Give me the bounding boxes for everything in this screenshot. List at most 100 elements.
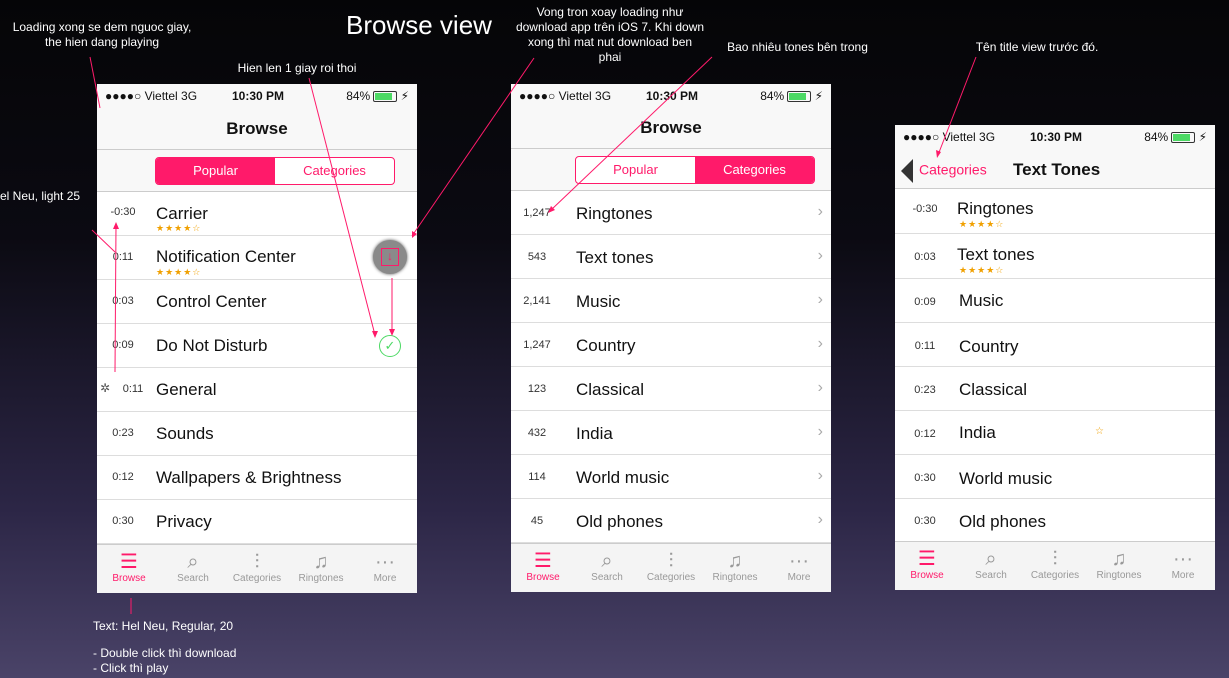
list-item[interactable]: 123 Classical ›	[511, 367, 831, 411]
list-item[interactable]: 0:30 Old phones	[895, 499, 1215, 542]
tab-bar: ☰ Browse ⌕ Search ⫶ Categories ♫ Ringtones ·…	[511, 543, 831, 592]
sliders-icon: ⫶	[1052, 548, 1058, 570]
back-button[interactable]: Categories	[901, 159, 987, 183]
phone-browse-categories: ●●●●○ Viettel 3G 10:30 PM 84% ⚡ Browse P…	[511, 84, 831, 592]
battery: 84% ⚡	[346, 89, 409, 103]
list-item[interactable]: 1,247 Country ›	[511, 323, 831, 367]
page-title: Browse view	[346, 10, 492, 40]
tab-ringtones[interactable]: ♫ Ringtones	[289, 545, 353, 593]
seg-categories[interactable]: Categories	[695, 157, 814, 183]
list-item[interactable]: 0:03 Text tones ★★★★☆	[895, 234, 1215, 279]
list-item[interactable]: 0:12 India ☆	[895, 411, 1215, 455]
tab-search[interactable]: ⌕ Search	[161, 545, 225, 593]
list-item[interactable]: 114 World music ›	[511, 455, 831, 499]
list-item[interactable]: 0:30 Privacy	[97, 500, 417, 544]
list-item[interactable]: 0:09 Do Not Disturb ✓	[97, 324, 417, 368]
tab-categories[interactable]: ⫶ Categories	[225, 545, 289, 593]
chevron-right-icon: ›	[817, 335, 823, 352]
segmented-control[interactable]: Popular Categories	[575, 156, 815, 184]
tab-ringtones[interactable]: ♫ Ringtones	[703, 544, 767, 592]
phone-text-tones: ●●●●○ Viettel 3G 10:30 PM 84% ⚡ Categori…	[895, 125, 1215, 590]
list-item[interactable]: -0:30 Ringtones ★★★★☆	[895, 189, 1215, 234]
list-item[interactable]: ✲ 0:11 General	[97, 368, 417, 412]
music-note-icon: ♫	[313, 551, 329, 573]
list-item[interactable]: 0:11 Country	[895, 323, 1215, 367]
list-item[interactable]: 0:23 Sounds	[97, 412, 417, 456]
back-chevron-icon	[901, 159, 913, 183]
list-item[interactable]: -0:30 Carrier ★★★★☆	[97, 192, 417, 236]
tab-categories[interactable]: ⫶ Categories	[1023, 542, 1087, 590]
tab-more[interactable]: ··· More	[1151, 542, 1215, 590]
list-item[interactable]: 45 Old phones ›	[511, 499, 831, 543]
chevron-right-icon: ›	[817, 423, 823, 440]
tab-search[interactable]: ⌕ Search	[959, 542, 1023, 590]
more-icon: ···	[1173, 548, 1193, 570]
note-font: el Neu, light 25	[0, 189, 81, 203]
note-spinner: Vong tron xoay loading như download app …	[515, 5, 705, 64]
tab-bar: ☰ Browse ⌕ Search ⫶ Categories ♫ Ringtones ·…	[895, 541, 1215, 590]
list-item[interactable]: 0:11 Notification Center ★★★★☆ ↓	[97, 236, 417, 280]
note-show1s: Hien len 1 giay roi thoi	[237, 61, 357, 75]
more-icon: ···	[375, 551, 395, 573]
nav-title: Browse	[640, 118, 702, 137]
list-item[interactable]: 0:03 Control Center	[97, 280, 417, 324]
status-bar: ●●●●○ Viettel 3G 10:30 PM 84% ⚡	[903, 130, 1207, 144]
chevron-right-icon: ›	[817, 511, 823, 528]
tab-search[interactable]: ⌕ Search	[575, 544, 639, 592]
list-item[interactable]: 0:30 World music	[895, 455, 1215, 499]
list-item[interactable]: 1,247 Ringtones ›	[511, 191, 831, 235]
more-icon: ···	[789, 550, 809, 572]
carrier-label: ●●●●○ Viettel 3G	[105, 89, 198, 103]
tab-browse[interactable]: ☰ Browse	[511, 544, 575, 592]
battery: 84% ⚡	[760, 89, 823, 103]
download-icon[interactable]: ↓	[373, 240, 407, 274]
segmented-control[interactable]: Popular Categories	[155, 157, 395, 185]
music-note-icon: ♫	[1111, 548, 1127, 570]
note-text-font: Text: Hel Neu, Regular, 20	[93, 619, 234, 633]
nav-title: Browse	[226, 119, 288, 138]
note-dbl: - Double click thì download	[93, 646, 237, 660]
note-loading: Loading xong se dem nguoc giay, the hien…	[12, 20, 192, 49]
chevron-right-icon: ›	[817, 291, 823, 308]
chevron-right-icon: ›	[817, 379, 823, 396]
list-icon: ☰	[534, 550, 552, 572]
list-item[interactable]: 543 Text tones ›	[511, 235, 831, 279]
battery: 84% ⚡	[1144, 130, 1207, 144]
category-list: 1,247 Ringtones › 543 Text tones › 2,141 Musi…	[511, 191, 831, 543]
list-item[interactable]: 0:12 Wallpapers & Brightness	[97, 456, 417, 500]
search-icon: ⌕	[601, 550, 613, 572]
music-note-icon: ♫	[727, 550, 743, 572]
tab-bar: ☰ Browse ⌕ Search ⫶ Categories ♫ Ringtones ·…	[97, 544, 417, 593]
tab-browse[interactable]: ☰ Browse	[895, 542, 959, 590]
chevron-right-icon: ›	[817, 247, 823, 264]
list-icon: ☰	[120, 551, 138, 573]
note-prevtitle: Tên title view trước đó.	[975, 40, 1099, 54]
seg-popular[interactable]: Popular	[156, 158, 275, 184]
phone-browse-popular: ●●●●○ Viettel 3G 10:30 PM 84% ⚡ Browse P…	[97, 84, 417, 593]
status-bar: ●●●●○ Viettel 3G 10:30 PM 84% ⚡	[519, 89, 823, 103]
tab-more[interactable]: ··· More	[353, 545, 417, 593]
tab-browse[interactable]: ☰ Browse	[97, 545, 161, 593]
tab-ringtones[interactable]: ♫ Ringtones	[1087, 542, 1151, 590]
tone-list: -0:30 Carrier ★★★★☆ 0:11 Notification Cente…	[97, 192, 417, 544]
status-bar: ●●●●○ Viettel 3G 10:30 PM 84% ⚡	[97, 84, 417, 106]
chevron-right-icon: ›	[817, 467, 823, 484]
sliders-icon: ⫶	[254, 551, 260, 573]
search-icon: ⌕	[985, 548, 997, 570]
list-item[interactable]: 0:23 Classical	[895, 367, 1215, 411]
seg-categories[interactable]: Categories	[275, 158, 394, 184]
tab-categories[interactable]: ⫶ Categories	[639, 544, 703, 592]
seg-popular[interactable]: Popular	[576, 157, 695, 183]
list-icon: ☰	[918, 548, 936, 570]
list-item[interactable]: 0:09 Music	[895, 279, 1215, 323]
note-count: Bao nhiêu tones bên trong	[727, 40, 868, 54]
list-item[interactable]: 2,141 Music ›	[511, 279, 831, 323]
search-icon: ⌕	[187, 551, 199, 573]
list-item[interactable]: 432 India ›	[511, 411, 831, 455]
sliders-icon: ⫶	[668, 550, 674, 572]
tab-more[interactable]: ··· More	[767, 544, 831, 592]
note-click: - Click thì play	[93, 661, 169, 675]
tone-list: -0:30 Ringtones ★★★★☆ 0:03 Text tones ★★★★☆ …	[895, 189, 1215, 542]
time-label: 10:30 PM	[232, 89, 285, 103]
chevron-right-icon: ›	[817, 203, 823, 220]
